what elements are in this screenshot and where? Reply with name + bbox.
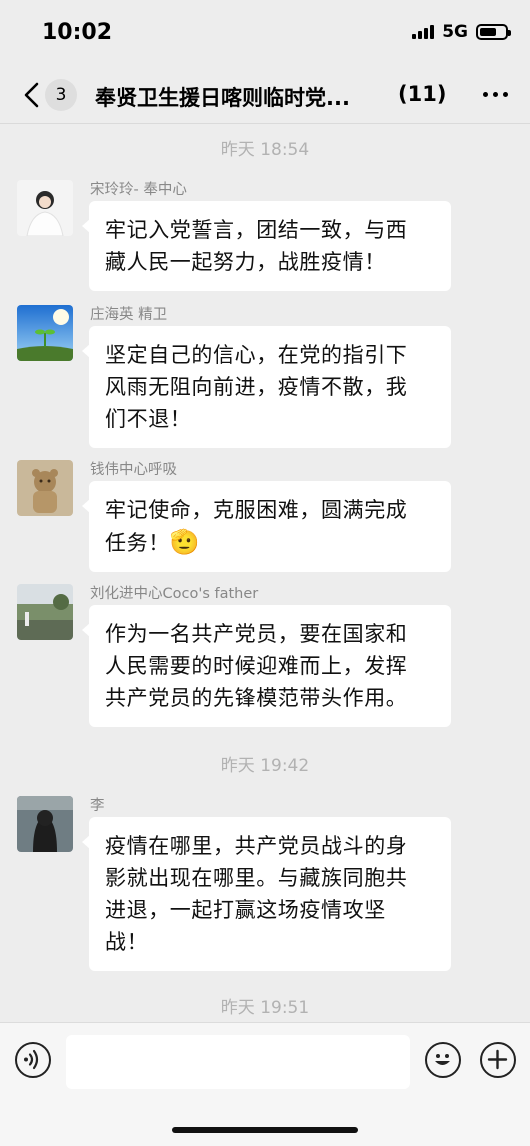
signal-icon xyxy=(412,25,435,39)
voice-icon xyxy=(24,1049,39,1070)
avatar[interactable] xyxy=(17,584,73,640)
avatar[interactable] xyxy=(17,796,73,852)
back-button[interactable] xyxy=(18,80,48,110)
message-input[interactable] xyxy=(66,1035,410,1089)
home-indicator xyxy=(172,1127,358,1133)
status-icons: 5G xyxy=(412,22,511,42)
message-bubble[interactable]: 作为一名共产党员，要在国家和 人民需要的时候迎难而上，发挥 共产党员的先锋模范带… xyxy=(82,605,451,727)
sender-name: 刘化进中心Coco's father xyxy=(90,586,259,602)
sender-name: 庄海英 精卫 xyxy=(90,307,168,323)
battery-icon xyxy=(476,24,511,40)
salute-emoji-icon: 🫡 xyxy=(169,528,201,556)
message-bubble[interactable]: 坚定自己的信心，在党的指引下 风雨无阻向前进，疫情不散，我 们不退！ xyxy=(82,326,451,448)
status-bar: 10:02 5G xyxy=(0,0,530,66)
time-separator: 昨天 18:54 xyxy=(220,140,310,160)
avatar[interactable] xyxy=(17,460,73,516)
more-dots-icon xyxy=(483,92,488,97)
emoji-icon xyxy=(435,1054,450,1065)
sender-name: 钱伟中心呼吸 xyxy=(90,462,177,478)
chevron-left-icon xyxy=(24,82,39,108)
network-type: 5G xyxy=(442,22,468,42)
emoji-button[interactable] xyxy=(425,1042,461,1078)
add-button[interactable] xyxy=(480,1042,516,1078)
more-button[interactable] xyxy=(483,92,508,97)
message-bubble[interactable]: 牢记使命，克服困难，圆满完成 任务！🫡 xyxy=(82,481,451,572)
status-time: 10:02 xyxy=(42,20,113,45)
time-separator: 昨天 19:51 xyxy=(220,998,310,1018)
message-bubble[interactable]: 疫情在哪里，共产党员战斗的身 影就出现在哪里。与藏族同胞共 进退，一起打赢这场疫… xyxy=(82,817,451,971)
sender-name: 李 xyxy=(90,798,105,814)
plus-icon xyxy=(487,1049,508,1070)
avatar[interactable] xyxy=(17,305,73,361)
voice-button[interactable] xyxy=(15,1042,51,1078)
sender-name: 宋玲玲- 奉中心 xyxy=(90,182,187,198)
chat-header: 3 奉贤卫生援日喀则临时党... (11) xyxy=(0,66,530,124)
avatar[interactable] xyxy=(17,180,73,236)
message-bubble[interactable]: 牢记入党誓言，团结一致，与西 藏人民一起努力，战胜疫情！ xyxy=(82,201,451,291)
unread-badge[interactable]: 3 xyxy=(45,79,77,111)
chat-title: 奉贤卫生援日喀则临时党... xyxy=(95,86,350,110)
time-separator: 昨天 19:42 xyxy=(220,756,310,776)
member-count: (11) xyxy=(398,82,447,106)
